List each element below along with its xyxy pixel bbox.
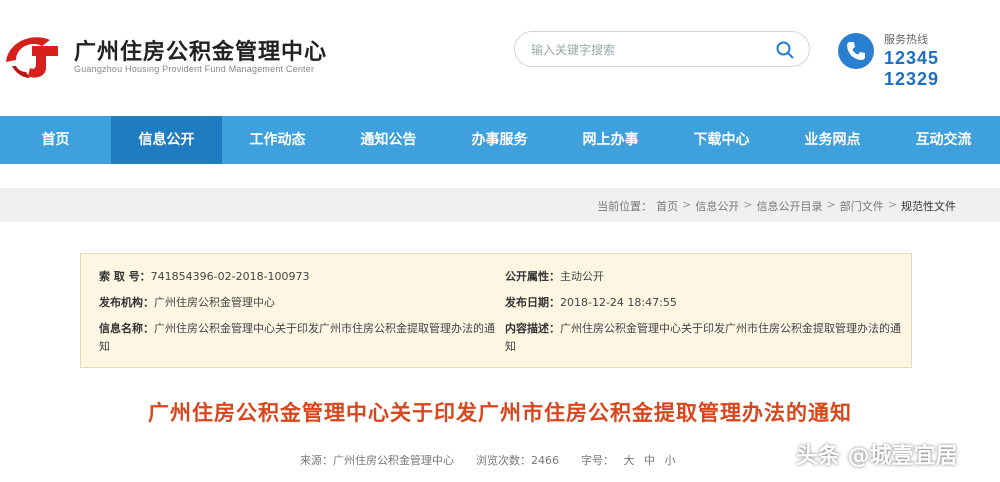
search-icon[interactable]	[775, 40, 795, 60]
font-size-label: 字号：	[581, 454, 614, 467]
info-index-value: 741854396-02-2018-100973	[150, 270, 310, 283]
font-size-control: 字号： 大 中 小	[581, 452, 676, 468]
watermark: 头条 @城壹宜居	[796, 444, 958, 469]
info-attr-value: 主动公开	[560, 270, 604, 283]
nav-item-branches[interactable]: 业务网点	[777, 116, 888, 164]
article-meta: 来源：广州住房公积金管理中心 浏览次数：2466 字号： 大 中 小	[300, 452, 676, 468]
search-box	[514, 31, 810, 67]
breadcrumb-bar: 当前位置： 首页 > 信息公开 > 信息公开目录 > 部门文件 > 规范性文件	[0, 188, 1000, 222]
nav-item-interaction[interactable]: 互动交流	[888, 116, 999, 164]
nav-item-online[interactable]: 网上办事	[555, 116, 666, 164]
info-date-label: 发布日期：	[505, 296, 560, 309]
nav-item-home[interactable]: 首页	[0, 116, 111, 164]
breadcrumb-separator: >	[682, 198, 692, 211]
document-info-box: 索 取 号：741854396-02-2018-100973 公开属性：主动公开…	[80, 253, 912, 368]
info-org-label: 发布机构：	[99, 296, 154, 309]
info-org: 发布机构：广州住房公积金管理中心	[99, 294, 275, 310]
breadcrumb-separator: >	[887, 198, 897, 211]
info-name-label: 信息名称：	[99, 322, 154, 335]
nav-item-info-public[interactable]: 信息公开	[111, 116, 222, 164]
info-index: 索 取 号：741854396-02-2018-100973	[99, 268, 310, 284]
breadcrumb-separator: >	[743, 198, 753, 211]
breadcrumb-separator: >	[826, 198, 836, 211]
nav-item-services[interactable]: 办事服务	[444, 116, 555, 164]
info-date: 发布日期：2018-12-24 18:47:55	[505, 294, 677, 310]
font-size-medium[interactable]: 中	[644, 454, 655, 467]
info-date-value: 2018-12-24 18:47:55	[560, 296, 677, 309]
breadcrumb-link-home[interactable]: 首页	[656, 198, 678, 214]
site-header: 广州住房公积金管理中心 Guangzhou Housing Provident …	[0, 0, 1000, 116]
hotline-label: 服务热线	[884, 33, 928, 46]
breadcrumb: 当前位置： 首页 > 信息公开 > 信息公开目录 > 部门文件 > 规范性文件	[597, 198, 956, 214]
article-title: 广州住房公积金管理中心关于印发广州市住房公积金提取管理办法的通知	[148, 401, 852, 425]
info-name-value: 广州住房公积金管理中心关于印发广州市住房公积金提取管理办法的通知	[99, 322, 495, 353]
article-views: 浏览次数：2466	[476, 454, 559, 467]
search-input[interactable]	[531, 40, 771, 60]
nav-item-downloads[interactable]: 下载中心	[666, 116, 777, 164]
breadcrumb-link-catalog[interactable]: 信息公开目录	[757, 198, 823, 214]
main-nav: 首页 信息公开 工作动态 通知公告 办事服务 网上办事 下载中心 业务网点 互动…	[0, 116, 1000, 164]
breadcrumb-link-dept-docs[interactable]: 部门文件	[840, 198, 884, 214]
site-subtitle: Guangzhou Housing Provident Fund Managem…	[74, 64, 315, 74]
info-attr: 公开属性：主动公开	[505, 268, 604, 284]
font-size-large[interactable]: 大	[624, 454, 635, 467]
nav-item-work-news[interactable]: 工作动态	[222, 116, 333, 164]
nav-item-notices[interactable]: 通知公告	[333, 116, 444, 164]
font-size-small[interactable]: 小	[665, 454, 676, 467]
info-desc-value: 广州住房公积金管理中心关于印发广州市住房公积金提取管理办法的通知	[505, 322, 901, 353]
article-source: 来源：广州住房公积金管理中心	[300, 454, 454, 467]
breadcrumb-current: 规范性文件	[901, 200, 956, 213]
info-desc-label: 内容描述：	[505, 322, 560, 335]
info-name: 信息名称：广州住房公积金管理中心关于印发广州市住房公积金提取管理办法的通知	[99, 320, 499, 356]
logo-icon[interactable]	[2, 28, 64, 80]
info-attr-label: 公开属性：	[505, 270, 560, 283]
breadcrumb-link-info-public[interactable]: 信息公开	[695, 198, 739, 214]
breadcrumb-prefix: 当前位置：	[597, 200, 653, 213]
info-index-label: 索 取 号：	[99, 270, 151, 283]
phone-icon	[838, 33, 874, 69]
hotline-number: 12345 12329	[884, 48, 940, 89]
info-org-value: 广州住房公积金管理中心	[154, 296, 275, 309]
site-title[interactable]: 广州住房公积金管理中心	[74, 34, 327, 66]
info-desc: 内容描述：广州住房公积金管理中心关于印发广州市住房公积金提取管理办法的通知	[505, 320, 905, 356]
